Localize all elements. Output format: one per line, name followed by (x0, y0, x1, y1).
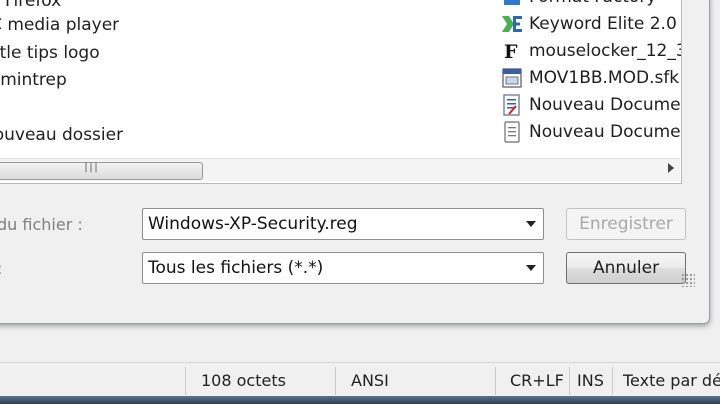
list-item-label: VLC media player (0, 15, 120, 35)
app-icon (501, 0, 523, 8)
list-item[interactable]: Mozilla Firefox (0, 0, 61, 13)
chevron-down-icon[interactable] (519, 253, 543, 283)
svg-text:F: F (504, 41, 518, 62)
font-file-icon: F (501, 40, 523, 62)
list-item[interactable]: Format Factory (501, 0, 656, 9)
list-item-label: Format Factory (529, 0, 656, 9)
list-item[interactable]: MOV1BB.MOD.sfk (501, 66, 679, 90)
media-file-icon (501, 67, 523, 89)
status-bar: 108 octets ANSI CR+LF INS Texte par dé (0, 362, 720, 399)
list-item-label: Nouveau Documen (529, 95, 682, 115)
list-item-label: Mozilla Firefox (0, 0, 62, 11)
status-divider (495, 367, 496, 395)
text-document-icon (501, 121, 523, 143)
scrollbar-thumb[interactable] (0, 162, 203, 180)
list-item-label: domintrep (0, 70, 67, 90)
filename-label: du fichier : (0, 215, 83, 234)
list-item[interactable]: Keyword Elite 2.0 (501, 12, 677, 36)
resize-grip-icon[interactable] (681, 273, 695, 287)
insert-mode-status: INS (577, 371, 604, 390)
chevron-down-icon[interactable] (519, 209, 543, 239)
list-item-label: MOV1BB.MOD.sfk (529, 68, 680, 88)
rtf-document-icon (501, 94, 523, 116)
list-item[interactable]: castle tips logo (0, 41, 100, 65)
status-divider (612, 367, 613, 395)
status-divider (185, 367, 186, 395)
taskbar (0, 396, 720, 404)
keyword-elite-icon (501, 13, 523, 35)
status-divider (335, 367, 336, 395)
filetype-label: : (0, 259, 2, 278)
horizontal-scrollbar[interactable]: ||| (0, 158, 680, 181)
save-as-dialog: Mozilla Firefox VLC media player castle … (0, 0, 710, 324)
list-item[interactable]: Nouveau dossier (0, 123, 123, 147)
file-list[interactable]: Mozilla Firefox VLC media player castle … (0, 0, 682, 184)
scroll-right-arrow-icon[interactable] (668, 163, 674, 173)
list-item[interactable]: domintrep (0, 68, 67, 92)
save-button[interactable]: Enregistrer (566, 208, 686, 240)
file-size-status: 108 octets (201, 371, 286, 390)
filename-value: Windows-XP-Security.reg (148, 214, 358, 234)
list-item[interactable]: Nouveau Documen (501, 120, 682, 144)
list-item[interactable]: F mouselocker_12_3 (501, 39, 682, 63)
list-item-label: Keyword Elite 2.0 (529, 14, 677, 34)
list-item-label: Nouveau Documen (529, 122, 682, 142)
list-item[interactable]: VLC media player (0, 13, 119, 37)
list-item-label: castle tips logo (0, 43, 100, 63)
encoding-status: ANSI (351, 371, 389, 390)
status-divider (569, 367, 570, 395)
filetype-select[interactable]: Tous les fichiers (*.*) (142, 252, 544, 284)
scrollbar-grip-icon: ||| (83, 162, 99, 173)
line-ending-status: CR+LF (510, 371, 564, 390)
list-item-label: mouselocker_12_3 (529, 41, 682, 61)
filename-input[interactable]: Windows-XP-Security.reg (142, 208, 544, 240)
list-item[interactable]: Nouveau Documen (501, 93, 682, 117)
filetype-value: Tous les fichiers (*.*) (148, 258, 324, 278)
mode-status: Texte par dé (623, 371, 720, 390)
cancel-button[interactable]: Annuler (566, 252, 686, 284)
list-item-label: Nouveau dossier (0, 125, 124, 145)
